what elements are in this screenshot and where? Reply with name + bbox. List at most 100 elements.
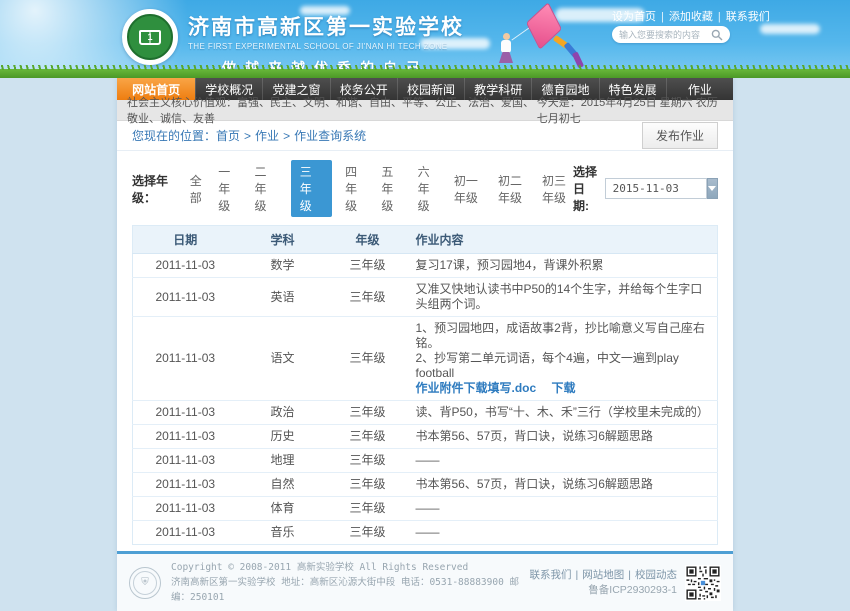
contact-us-link[interactable]: 联系我们 — [726, 11, 770, 23]
book-icon: 1 — [139, 30, 161, 45]
breadcrumb-home[interactable]: 首页 — [216, 129, 240, 143]
add-favorite-link[interactable]: 添加收藏 — [669, 11, 713, 23]
school-name-english: THE FIRST EXPERIMENTAL SCHOOL OF JI'NAN … — [188, 42, 464, 51]
grade-option-4[interactable]: 四年级 — [345, 163, 368, 214]
topbar-separator: | — [718, 11, 721, 23]
search-input[interactable] — [619, 30, 711, 40]
cell-subject: 英语 — [238, 278, 328, 317]
attachment-file-link[interactable]: 作业附件下载填写.doc — [416, 381, 537, 395]
cell-grade: 三年级 — [328, 317, 408, 401]
cell-content: 复习17课，预习园地4，背课外积累 — [408, 254, 718, 278]
cell-content: —— — [408, 521, 718, 545]
cell-date: 2011-11-03 — [133, 254, 238, 278]
column-header-date: 日期 — [133, 226, 238, 254]
cell-date: 2011-11-03 — [133, 317, 238, 401]
homework-table-wrap: 日期 学科 年级 作业内容 2011-11-03 数学 三年级 复习17课，预习… — [117, 225, 733, 551]
values-bar: 社会主义核心价值观：富强、民主、文明、和谐、自由、平等、公正、法治、爱国、敬业、… — [117, 100, 733, 121]
attachment-row: 作业附件下载填写.doc 下载 — [416, 381, 710, 396]
school-logo-emblem: 1 — [127, 14, 173, 60]
grade-option-5[interactable]: 五年级 — [381, 163, 404, 214]
footer-campus-news-link[interactable]: 校园动态 — [635, 569, 677, 581]
table-row-english: 2011-11-03 英语 三年级 又准又快地认读书中P50的14个生字，并给每… — [133, 278, 718, 317]
girl-figure — [501, 40, 511, 53]
topbar-links: 设为首页|添加收藏|联系我们 — [612, 8, 742, 24]
column-header-grade: 年级 — [328, 226, 408, 254]
cell-date: 2011-11-03 — [133, 401, 238, 425]
cell-grade: 三年级 — [328, 497, 408, 521]
breadcrumb-prefix: 您现在的位置： — [132, 129, 216, 143]
cell-date: 2011-11-03 — [133, 278, 238, 317]
breadcrumb-current: 作业查询系统 — [294, 129, 366, 143]
breadcrumb-section[interactable]: 作业 — [255, 129, 279, 143]
footer-sitemap-link[interactable]: 网站地图 — [582, 569, 624, 581]
site-footer: ⛨ Copyright © 2008-2011 高新实验学校 All Right… — [117, 554, 733, 611]
cell-content: —— — [408, 449, 718, 473]
grade-option-6[interactable]: 六年级 — [418, 163, 441, 214]
table-row-math: 2011-11-03 数学 三年级 复习17课，预习园地4，背课外积累 — [133, 254, 718, 278]
cell-date: 2011-11-03 — [133, 473, 238, 497]
date-dropdown-button[interactable] — [707, 178, 718, 199]
cell-subject: 政治 — [238, 401, 328, 425]
filter-row: 选择年级： 全部 一年级 二年级 三年级 四年级 五年级 六年级 初一年级 初二… — [117, 151, 733, 225]
table-header-row: 日期 学科 年级 作业内容 — [133, 226, 718, 254]
cell-date: 2011-11-03 — [133, 521, 238, 545]
school-name: 济南市高新区第一实验学校 — [188, 11, 464, 41]
breadcrumb-separator: > — [283, 129, 290, 143]
footer-links: 联系我们|网站地图|校园动态 — [530, 568, 677, 583]
grade-option-junior1[interactable]: 初一年级 — [454, 172, 485, 206]
table-row-chinese: 2011-11-03 语文 三年级 1、预习园地四，成语故事2背，抄比喻意义写自… — [133, 317, 718, 401]
cell-content: 读、背P50，书写“十、木、禾”三行（学校里未完成的） — [408, 401, 718, 425]
cell-subject: 自然 — [238, 473, 328, 497]
grade-option-junior2[interactable]: 初二年级 — [498, 172, 529, 206]
cell-subject: 语文 — [238, 317, 328, 401]
date-filter: 选择日期: — [573, 163, 718, 214]
homework-table: 日期 学科 年级 作业内容 2011-11-03 数学 三年级 复习17课，预习… — [132, 225, 718, 545]
cell-grade: 三年级 — [328, 401, 408, 425]
search-box[interactable] — [612, 26, 730, 43]
table-row-music: 2011-11-03 音乐 三年级 —— — [133, 521, 718, 545]
cloud — [760, 24, 820, 34]
cell-date: 2011-11-03 — [133, 425, 238, 449]
cell-grade: 三年级 — [328, 521, 408, 545]
girl-figure — [503, 33, 510, 40]
breadcrumb-separator: > — [244, 129, 251, 143]
cell-grade: 三年级 — [328, 254, 408, 278]
copyright-line-2: 济南高新区第一实验学校 地址：高新区沁源大街中段 电话：0531-8888390… — [171, 575, 530, 605]
cell-grade: 三年级 — [328, 449, 408, 473]
core-values-text: 社会主义核心价值观：富强、民主、文明、和谐、自由、平等、公正、法治、爱国、敬业、… — [127, 94, 537, 126]
publish-homework-button[interactable]: 发布作业 — [642, 122, 718, 149]
table-row-geography: 2011-11-03 地理 三年级 —— — [133, 449, 718, 473]
grade-option-1[interactable]: 一年级 — [218, 163, 241, 214]
grade-options: 全部 一年级 二年级 三年级 四年级 五年级 六年级 初一年级 初二年级 初三年… — [177, 160, 573, 217]
cell-subject: 音乐 — [238, 521, 328, 545]
grade-option-2[interactable]: 二年级 — [255, 163, 278, 214]
grade-option-junior3[interactable]: 初三年级 — [542, 172, 573, 206]
date-input[interactable] — [605, 178, 707, 199]
table-row-politics: 2011-11-03 政治 三年级 读、背P50，书写“十、木、禾”三行（学校里… — [133, 401, 718, 425]
footer-contact-link[interactable]: 联系我们 — [530, 569, 572, 581]
set-homepage-link[interactable]: 设为首页 — [612, 11, 656, 23]
search-icon[interactable] — [711, 29, 723, 41]
chevron-down-icon — [708, 186, 716, 191]
cell-content: 又准又快地认读书中P50的14个生字，并给每个生字口头组两个词。 — [408, 278, 718, 317]
grade-option-all[interactable]: 全部 — [190, 172, 206, 206]
cell-content: 书本第56、57页，背口诀，说练习6解题思路 — [408, 473, 718, 497]
grade-filter-label: 选择年级： — [132, 172, 177, 206]
cell-date: 2011-11-03 — [133, 497, 238, 521]
cell-grade: 三年级 — [328, 425, 408, 449]
cell-grade: 三年级 — [328, 278, 408, 317]
footer-separator: | — [576, 569, 579, 581]
cell-subject: 历史 — [238, 425, 328, 449]
download-link[interactable]: 下载 — [552, 381, 576, 395]
grade-option-3-selected[interactable]: 三年级 — [291, 160, 332, 217]
school-logo: 1 — [122, 9, 178, 65]
cell-subject: 数学 — [238, 254, 328, 278]
kite-girl-illustration — [487, 3, 597, 73]
footer-logo: ⛨ — [129, 567, 161, 599]
table-row-pe: 2011-11-03 体育 三年级 —— — [133, 497, 718, 521]
homework-line-2: 2、抄写第二单元词语，每个4遍，中文一遍到play football — [416, 351, 710, 381]
site-header: 1 济南市高新区第一实验学校 THE FIRST EXPERIMENTAL SC… — [0, 0, 850, 78]
footer-copyright: Copyright © 2008-2011 高新实验学校 All Rights … — [171, 560, 530, 605]
table-row-history: 2011-11-03 历史 三年级 书本第56、57页，背口诀，说练习6解题思路 — [133, 425, 718, 449]
icp-record-number: 鲁备ICP2930293-1 — [530, 583, 677, 598]
